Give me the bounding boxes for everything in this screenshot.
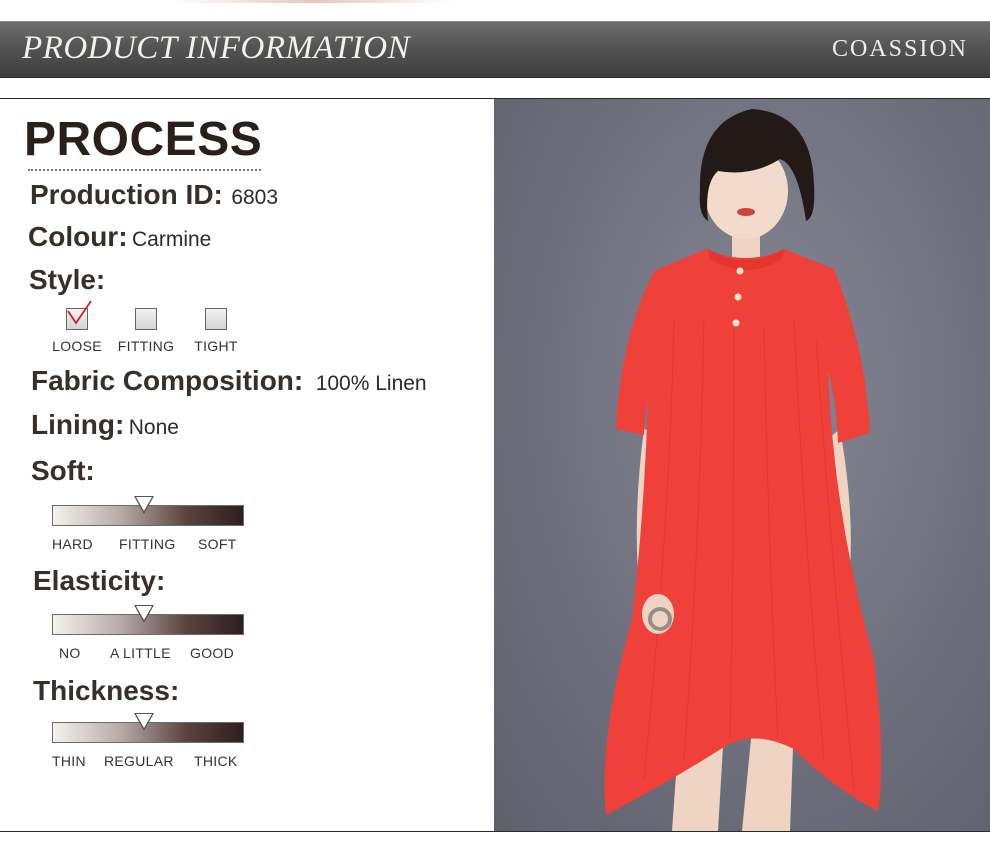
style-row: Style:: [29, 264, 105, 296]
colour-value: Carmine: [131, 228, 212, 251]
style-option-label: TIGHT: [194, 338, 238, 354]
style-option-loose[interactable]: LOOSE: [47, 300, 107, 354]
fabric-row: Fabric Composition: 100% Linen: [31, 365, 427, 397]
top-strip: [0, 0, 990, 20]
model-dress: [604, 249, 882, 815]
soft-row: Soft:: [31, 455, 95, 487]
style-checkbox-fitting[interactable]: [135, 308, 157, 330]
dress-button: [732, 319, 740, 327]
thickness-label: Thickness:: [33, 675, 180, 706]
dress-button: [736, 267, 744, 275]
scale-label: SOFT: [198, 536, 237, 552]
colour-row: Colour: Carmine: [28, 221, 211, 253]
dress-button: [734, 293, 742, 301]
soft-label: Soft:: [31, 455, 95, 486]
title-underline: [28, 169, 261, 171]
triangle-down-icon: [134, 496, 155, 514]
fabric-value: 100% Linen: [315, 372, 427, 395]
scale-label: NO: [59, 645, 81, 661]
style-label: Style:: [29, 264, 106, 295]
thickness-row: Thickness:: [33, 675, 179, 707]
scale-label: HARD: [52, 536, 93, 552]
style-option-label: LOOSE: [52, 338, 102, 354]
model-illustration: [604, 109, 882, 831]
lining-label: Lining:: [31, 409, 125, 440]
production-id-row: Production ID: 6803: [30, 179, 278, 211]
soft-scale-track: [52, 496, 244, 526]
thickness-scale: THIN REGULAR THICK: [52, 713, 244, 771]
style-checkbox-loose[interactable]: [66, 300, 92, 330]
style-options: LOOSE FITTING TIGHT: [52, 300, 252, 358]
fabric-label: Fabric Composition:: [31, 365, 304, 396]
process-panel: PROCESS Production ID: 6803 Colour: Carm…: [0, 99, 494, 831]
elasticity-scale: NO A LITTLE GOOD: [52, 605, 244, 663]
soft-scale: HARD FITTING SOFT: [52, 496, 244, 554]
scale-label: GOOD: [190, 645, 234, 661]
thickness-scale-labels: THIN REGULAR THICK: [52, 753, 242, 771]
production-id-label: Production ID:: [30, 179, 223, 210]
decor-glow: [175, 0, 455, 3]
triangle-down-icon: [134, 713, 155, 731]
check-mark-icon: [67, 300, 92, 325]
elasticity-row: Elasticity:: [33, 565, 165, 597]
production-id-value: 6803: [231, 186, 279, 209]
colour-label: Colour:: [28, 221, 128, 252]
elasticity-scale-track: [52, 605, 244, 635]
soft-scale-labels: HARD FITTING SOFT: [52, 536, 242, 554]
elasticity-scale-labels: NO A LITTLE GOOD: [52, 645, 242, 663]
product-info-header: PRODUCT INFORMATION COASSION: [0, 21, 990, 78]
scale-label: THICK: [194, 753, 238, 769]
scale-label: A LITTLE: [110, 645, 171, 661]
elasticity-label: Elasticity:: [33, 565, 166, 596]
brand-name: COASSION: [831, 36, 968, 62]
divider-bottom: [0, 831, 990, 832]
style-option-fitting[interactable]: FITTING: [116, 308, 176, 354]
scale-label: THIN: [52, 753, 86, 769]
section-title: PROCESS: [24, 113, 263, 166]
header-title: PRODUCT INFORMATION: [22, 30, 411, 66]
scale-label: FITTING: [119, 536, 176, 552]
lining-value: None: [128, 416, 179, 439]
product-photo: [494, 99, 990, 831]
triangle-down-icon: [134, 605, 155, 623]
style-option-label: FITTING: [117, 338, 175, 354]
model-lips: [737, 208, 755, 216]
style-checkbox-tight[interactable]: [205, 308, 227, 330]
style-option-tight[interactable]: TIGHT: [186, 308, 246, 354]
thickness-scale-track: [52, 713, 244, 743]
scale-label: REGULAR: [104, 753, 174, 769]
lining-row: Lining: None: [31, 409, 179, 441]
